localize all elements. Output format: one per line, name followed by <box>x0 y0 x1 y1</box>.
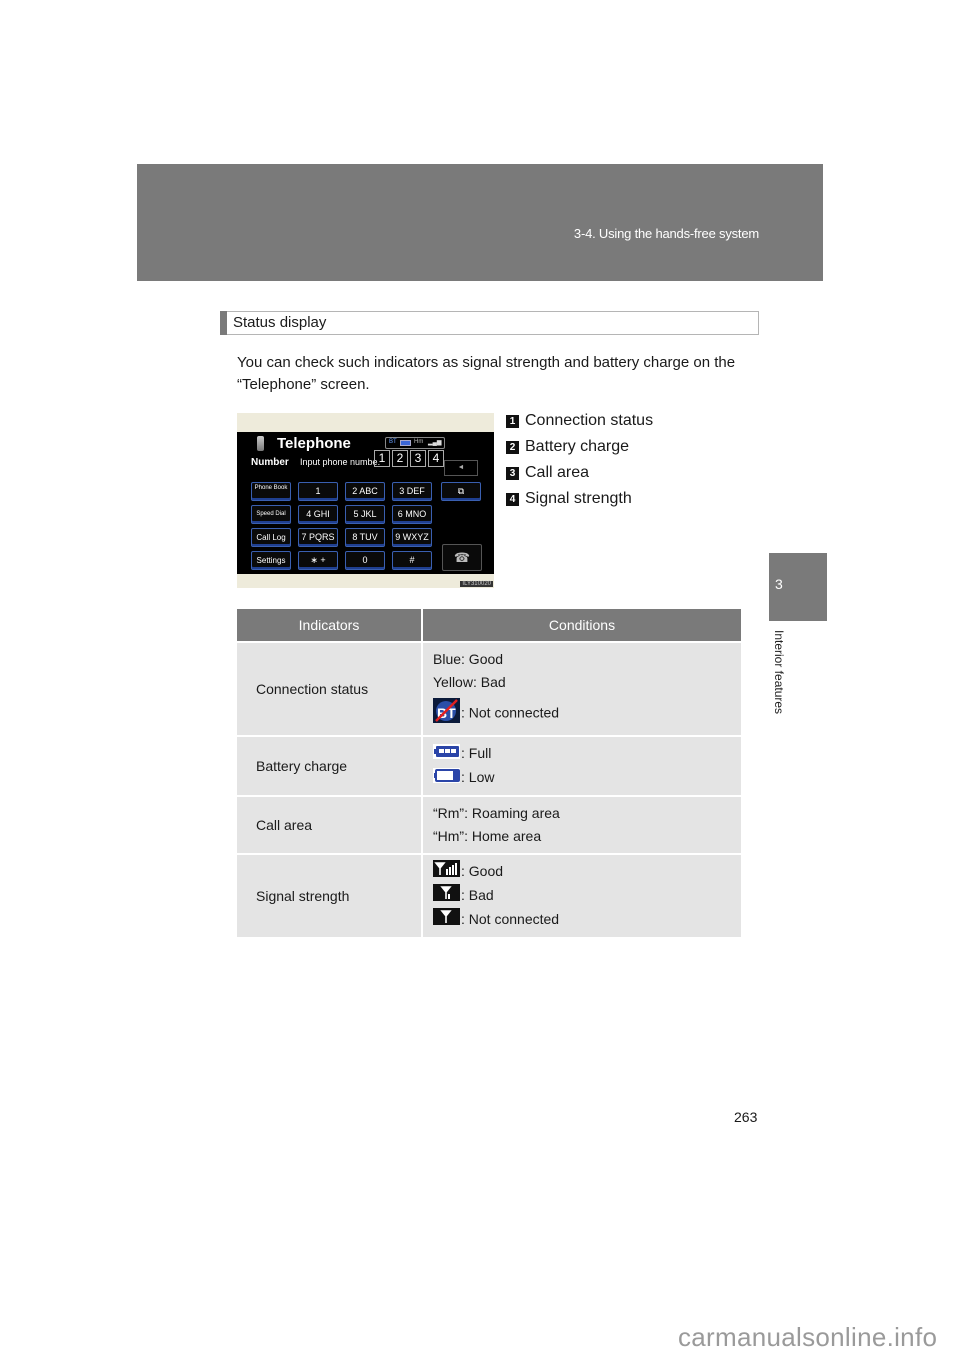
key-5[interactable]: 5 JKL <box>345 505 385 524</box>
condition-text: : Good <box>461 862 504 879</box>
key-3[interactable]: 3 DEF <box>392 482 432 501</box>
key-hash[interactable]: # <box>392 551 432 570</box>
bt-icon: BT <box>389 439 397 445</box>
key-8[interactable]: 8 TUV <box>345 528 385 547</box>
legend-item: 3 Call area <box>506 462 653 488</box>
legend-number: 2 <box>506 441 519 454</box>
callout-legend: 1 Connection status 2 Battery charge 3 Call… <box>506 410 653 514</box>
indicators-table: Indicators Conditions Connection status … <box>237 609 741 938</box>
signal-bad-icon <box>433 884 460 908</box>
header-band: 3-4. Using the hands-free system <box>137 164 823 281</box>
chapter-tab: 3 <box>769 553 827 621</box>
callout-3: 3 <box>410 450 426 467</box>
number-input[interactable]: Input phone numbe. <box>300 457 380 467</box>
condition-text: : Not connected <box>461 911 560 928</box>
conditions-cell: : Full : Low <box>421 735 741 796</box>
callout-numbers: 1234 <box>374 449 446 467</box>
header-conditions: Conditions <box>421 609 741 642</box>
table-row: Signal strength : Good : Bad : Not conne… <box>237 852 741 938</box>
page-number: 263 <box>734 1109 758 1125</box>
legend-number: 1 <box>506 415 519 428</box>
key-7[interactable]: 7 PQRS <box>298 528 338 547</box>
condition-text: “Rm”: Roaming area <box>433 804 560 821</box>
callout-2: 2 <box>392 450 408 467</box>
condition-text: : Bad <box>461 886 494 903</box>
end-call-button[interactable]: ☎ <box>442 544 482 571</box>
window-button[interactable]: ⧉ <box>441 482 481 501</box>
screen-display: Telephone BT Hm ▂▄▆ Number Input phone n… <box>237 432 494 574</box>
signal-good-icon <box>433 859 460 884</box>
legend-label: Connection status <box>525 412 654 429</box>
key-1[interactable]: 1 <box>298 482 338 501</box>
indicator-cell: Call area <box>237 794 422 854</box>
legend-label: Signal strength <box>525 490 632 507</box>
condition-text: : Low <box>461 768 495 785</box>
table-header-row: Indicators Conditions <box>237 609 741 642</box>
telephone-screen-image: Telephone BT Hm ▂▄▆ Number Input phone n… <box>237 413 494 588</box>
legend-number: 3 <box>506 467 519 480</box>
call-log-button[interactable]: Call Log <box>251 528 291 547</box>
key-2[interactable]: 2 ABC <box>345 482 385 501</box>
legend-item: 1 Connection status <box>506 410 653 436</box>
image-code: ILY310020 <box>460 581 493 587</box>
key-6[interactable]: 6 MNO <box>392 505 432 524</box>
legend-label: Call area <box>525 464 590 481</box>
table-row: Call area “Rm”: Roaming area “Hm”: Home … <box>237 794 741 854</box>
indicator-cell: Connection status <box>237 641 422 736</box>
legend-label: Battery charge <box>525 438 630 455</box>
battery-full-icon <box>433 743 460 766</box>
condition-text: : Full <box>461 745 492 761</box>
section-title: 3-4. Using the hands-free system <box>573 226 759 241</box>
table-row: Battery charge : Full : Low <box>237 735 741 796</box>
phone-icon <box>257 436 264 451</box>
heading-bar <box>220 311 227 335</box>
callout-1: 1 <box>374 450 390 467</box>
settings-button[interactable]: Settings <box>251 551 291 570</box>
condition-text: “Hm”: Home area <box>433 827 542 844</box>
number-label: Number <box>251 457 289 468</box>
condition-text: Yellow: Bad <box>433 674 506 690</box>
heading-text: Status display <box>233 314 327 331</box>
legend-item: 4 Signal strength <box>506 488 653 514</box>
status-bar: BT Hm ▂▄▆ <box>385 437 445 449</box>
conditions-cell: Blue: Good Yellow: Bad BT: Not connected <box>421 641 741 736</box>
status-display-heading: Status display <box>220 311 759 335</box>
bt-not-connected-icon: BT <box>433 698 460 730</box>
intro-paragraph: You can check such indicators as signal … <box>237 354 736 393</box>
header-indicators: Indicators <box>237 609 422 642</box>
key-9[interactable]: 9 WXYZ <box>392 528 432 547</box>
indicator-cell: Battery charge <box>237 735 422 796</box>
conditions-cell: : Good : Bad : Not connected <box>421 852 741 938</box>
battery-low-icon <box>433 767 460 790</box>
conditions-cell: “Rm”: Roaming area “Hm”: Home area <box>421 794 741 854</box>
callout-4: 4 <box>428 450 444 467</box>
condition-text: Blue: Good <box>433 651 504 667</box>
call-area: Hm <box>414 439 424 445</box>
watermark: carmanualsonline.info <box>678 1322 938 1352</box>
table-row: Connection status Blue: Good Yellow: Bad… <box>237 641 741 736</box>
signal-not-connected-icon <box>433 908 460 932</box>
chapter-number: 3 <box>775 576 783 592</box>
speed-dial-button[interactable]: Speed Dial <box>251 505 291 524</box>
battery-icon <box>400 440 411 446</box>
screen-title: Telephone <box>277 435 351 452</box>
key-4[interactable]: 4 GHI <box>298 505 338 524</box>
key-star[interactable]: ∗ + <box>298 551 338 570</box>
signal-icon: ▂▄▆ <box>428 440 442 446</box>
backspace-button[interactable]: ◄ <box>444 460 478 476</box>
chapter-label: Interior features <box>772 630 786 715</box>
key-0[interactable]: 0 <box>345 551 385 570</box>
indicator-cell: Signal strength <box>237 852 422 938</box>
phone-book-button[interactable]: Phone Book <box>251 482 291 501</box>
legend-item: 2 Battery charge <box>506 436 653 462</box>
legend-number: 4 <box>506 493 519 506</box>
condition-text: : Not connected <box>461 704 560 721</box>
